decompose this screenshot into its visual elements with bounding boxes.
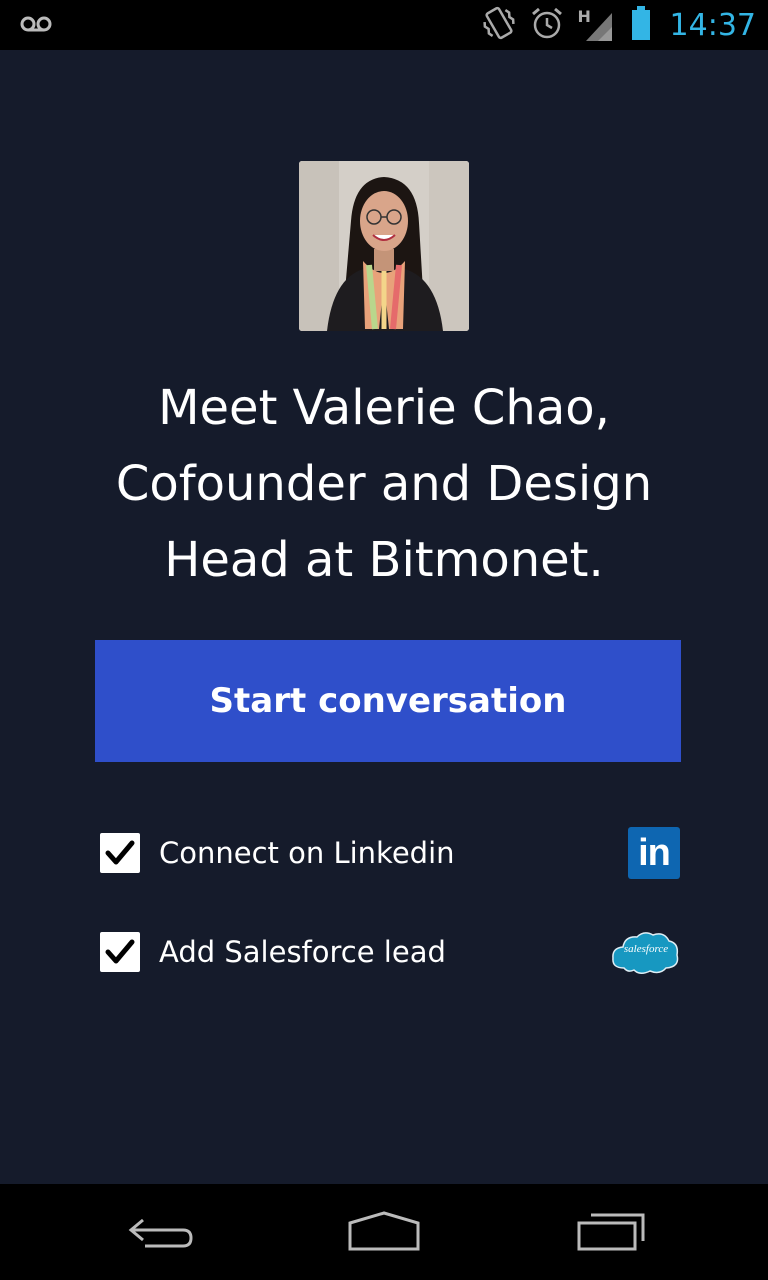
- headline-line: Head at Bitmonet.: [164, 532, 604, 588]
- linkedin-checkbox[interactable]: [100, 833, 140, 873]
- home-icon[interactable]: [339, 1206, 429, 1258]
- alarm-icon: [530, 6, 564, 44]
- status-bar: H 14:37: [0, 0, 768, 50]
- headline-line: Cofounder and Design: [115, 456, 653, 512]
- avatar: [299, 161, 469, 331]
- status-clock: 14:37: [669, 7, 756, 43]
- option-add-salesforce[interactable]: Add Salesforce lead salesforce: [100, 922, 680, 982]
- vibrate-icon: [482, 5, 516, 45]
- option-label: Connect on Linkedin: [159, 836, 455, 870]
- option-connect-linkedin[interactable]: Connect on Linkedin in: [100, 823, 680, 883]
- navigation-bar: [0, 1184, 768, 1280]
- headline-line: Meet Valerie Chao,: [158, 380, 610, 436]
- back-icon[interactable]: [115, 1206, 205, 1258]
- option-label: Add Salesforce lead: [159, 935, 446, 969]
- linkedin-logo-text: in: [638, 832, 671, 874]
- salesforce-logo-text: salesforce: [623, 943, 669, 955]
- linkedin-icon: in: [628, 827, 680, 879]
- profile-headline: Meet Valerie Chao, Cofounder and Design …: [60, 370, 708, 598]
- voicemail-icon: [20, 14, 52, 38]
- signal-icon: H: [578, 7, 616, 43]
- salesforce-icon: salesforce: [610, 928, 680, 976]
- recent-apps-icon[interactable]: [566, 1206, 656, 1258]
- start-conversation-button[interactable]: Start conversation: [95, 640, 681, 762]
- salesforce-checkbox[interactable]: [100, 932, 140, 972]
- battery-icon: [630, 5, 652, 45]
- main-content: Meet Valerie Chao, Cofounder and Design …: [0, 50, 768, 1184]
